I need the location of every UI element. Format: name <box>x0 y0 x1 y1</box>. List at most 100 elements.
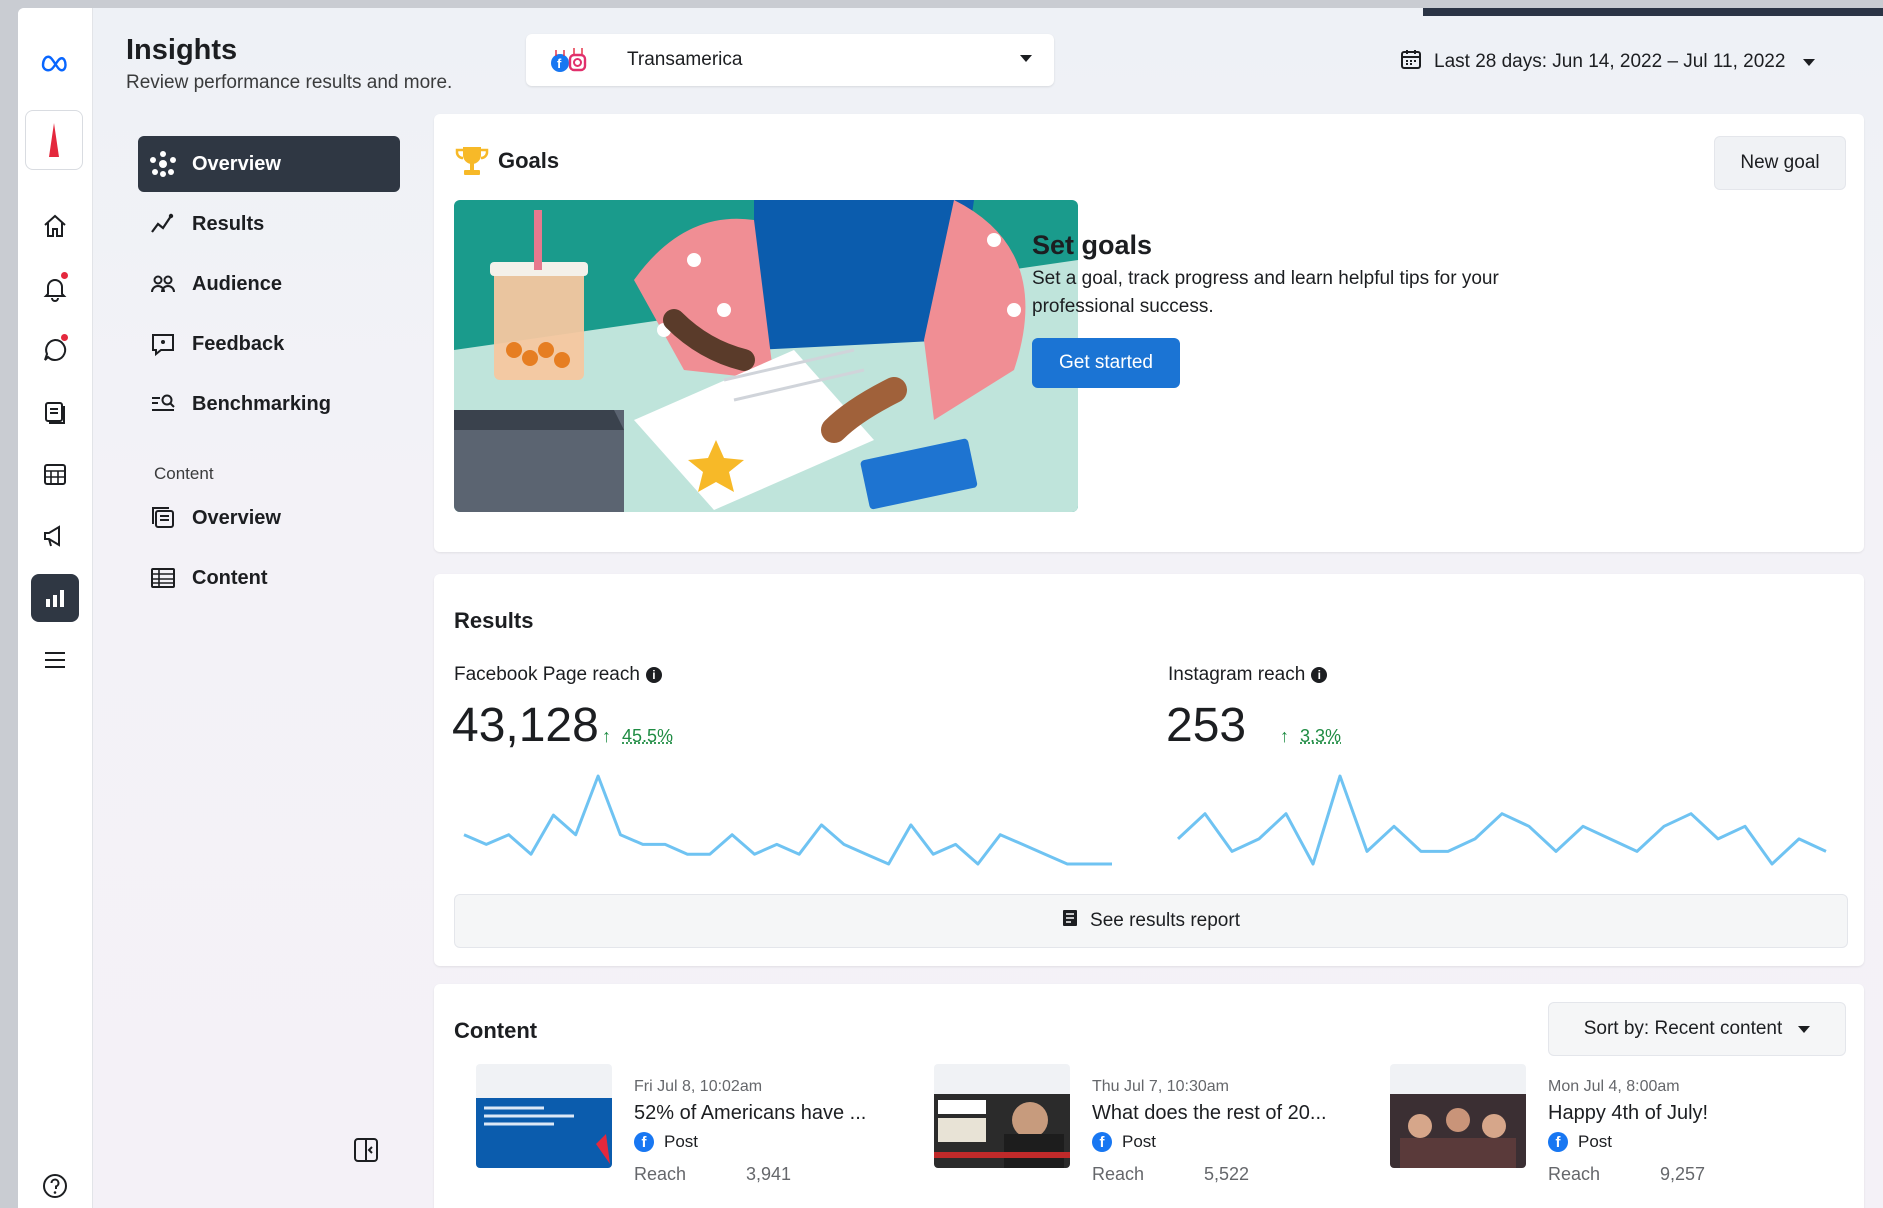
post-title: Happy 4th of July! <box>1548 1102 1709 1124</box>
facebook-reach-delta[interactable]: 45.5% <box>622 726 673 747</box>
meta-logo-icon[interactable] <box>31 38 79 86</box>
nav-item-label: Results <box>192 212 265 235</box>
nav-item-benchmarking[interactable]: Benchmarking <box>138 376 400 432</box>
menu-icon[interactable] <box>31 636 79 684</box>
chevron-down-icon <box>1020 55 1032 62</box>
post-title: 52% of Americans have ... <box>634 1102 867 1124</box>
facebook-reach-value: 43,128 <box>452 699 599 752</box>
nav-section-heading: Content <box>154 464 214 483</box>
chevron-down-icon <box>1798 1025 1811 1033</box>
see-results-report-button[interactable]: See results report <box>454 894 1848 948</box>
post-date: Mon Jul 4, 8:00am <box>1548 1078 1680 1095</box>
post-thumbnail <box>934 1064 1070 1168</box>
nav-item-label: Content <box>192 566 268 589</box>
content-table-icon <box>148 563 178 593</box>
nav-item-results[interactable]: Results <box>138 196 400 252</box>
goals-card: Goals New goal Set goals Set a goal, tra… <box>434 114 1864 552</box>
results-icon <box>148 209 178 239</box>
post-reach-label: Reach <box>1548 1164 1601 1184</box>
nav-item-overview[interactable]: Overview <box>138 136 400 192</box>
insights-bar-chart-icon[interactable] <box>31 574 79 622</box>
help-icon[interactable] <box>31 1162 79 1208</box>
messages-icon[interactable] <box>31 326 79 374</box>
overview-icon <box>148 149 178 179</box>
goals-illustration <box>454 200 1078 512</box>
report-icon <box>1062 909 1078 933</box>
notifications-icon[interactable] <box>31 264 79 312</box>
page-subtitle: Review performance results and more. <box>126 72 453 93</box>
collapse-sidebar-icon[interactable] <box>352 1136 380 1164</box>
nav-item-label: Feedback <box>192 332 285 355</box>
nav-item-label: Benchmarking <box>192 392 331 415</box>
svg-text:f: f <box>557 56 562 71</box>
nav-item-content-overview[interactable]: Overview <box>138 490 400 546</box>
content-title: Content <box>454 1018 538 1043</box>
date-range-label: Last 28 days: Jun 14, 2022 – Jul 11, 202… <box>1434 51 1786 72</box>
post-type: f Post <box>1548 1132 1612 1152</box>
results-title: Results <box>454 608 534 633</box>
page-title: Insights <box>126 34 238 66</box>
post-type: f Post <box>1092 1132 1156 1152</box>
account-selector[interactable]: f Transamerica <box>526 34 1054 86</box>
sparkline-series <box>463 774 1112 866</box>
facebook-reach-sparkline <box>463 774 1112 866</box>
insights-window: Insights Review performance results and … <box>18 8 1883 1208</box>
ads-megaphone-icon[interactable] <box>31 512 79 560</box>
benchmarking-icon <box>148 389 178 419</box>
posts-icon[interactable] <box>31 388 79 436</box>
post-type-label: Post <box>664 1132 699 1151</box>
instagram-reach-label: Instagram reach i <box>1168 664 1328 686</box>
set-goals-description: Set a goal, track progress and learn hel… <box>1032 268 1499 289</box>
post-reach-value: 3,941 <box>746 1164 792 1184</box>
post-reach-label: Reach <box>634 1164 687 1184</box>
nav-item-content[interactable]: Content <box>138 550 400 606</box>
home-icon[interactable] <box>31 202 79 250</box>
trophy-icon <box>454 144 490 183</box>
post-date: Fri Jul 8, 10:02am <box>634 1078 763 1095</box>
content-card: Content Sort by: Recent content Fri Jul … <box>434 984 1864 1208</box>
set-goals-heading: Set goals <box>1032 230 1153 260</box>
arrow-up-icon: ↑ <box>1280 726 1289 746</box>
nav-item-label: Overview <box>192 152 281 175</box>
facebook-reach-label: Facebook Page reach i <box>454 664 662 686</box>
new-goal-button[interactable]: New goal <box>1714 136 1846 190</box>
post-type: f Post <box>634 1132 698 1152</box>
goals-title: Goals <box>498 148 560 173</box>
facebook-icon: f <box>634 1132 654 1152</box>
post-reach-value: 5,522 <box>1204 1164 1250 1184</box>
date-range-selector[interactable]: Last 28 days: Jun 14, 2022 – Jul 11, 202… <box>1400 48 1816 76</box>
info-icon[interactable]: i <box>645 667 662 683</box>
content-overview-icon <box>148 503 178 533</box>
post-date: Thu Jul 7, 10:30am <box>1092 1078 1229 1095</box>
left-rail <box>18 8 93 1208</box>
nav-item-label: Audience <box>192 272 283 295</box>
post-reach-label: Reach <box>1092 1164 1145 1184</box>
instagram-reach-delta[interactable]: 3.3% <box>1300 726 1341 747</box>
nav-item-audience[interactable]: Audience <box>138 256 400 312</box>
account-name: Transamerica <box>627 49 743 70</box>
audience-icon <box>148 269 178 299</box>
arrow-up-icon: ↑ <box>602 726 611 746</box>
post-reach-value: 9,257 <box>1660 1164 1706 1184</box>
brand-logo[interactable] <box>25 110 83 170</box>
post-thumbnail <box>476 1064 612 1168</box>
info-icon[interactable]: i <box>1311 667 1328 683</box>
content-post[interactable]: Thu Jul 7, 10:30am What does the rest of… <box>934 1064 1354 1204</box>
facebook-icon: f <box>1548 1132 1568 1152</box>
post-title: What does the rest of 20... <box>1092 1102 1327 1124</box>
chevron-down-icon <box>1803 58 1816 66</box>
content-post[interactable]: Fri Jul 8, 10:02am 52% of Americans have… <box>476 1064 896 1204</box>
sparkline-series <box>1176 774 1827 866</box>
results-card: Results Facebook Page reach i 43,128 ↑ 4… <box>434 574 1864 966</box>
calendar-icon <box>1400 48 1422 76</box>
post-thumbnail <box>1390 1064 1526 1168</box>
facebook-reach-label-text: Facebook Page reach <box>454 664 640 685</box>
get-started-button[interactable]: Get started <box>1032 338 1180 388</box>
post-type-label: Post <box>1122 1132 1157 1151</box>
nav-item-feedback[interactable]: Feedback <box>138 316 400 372</box>
content-post[interactable]: Mon Jul 4, 8:00am Happy 4th of July! f Po… <box>1390 1064 1810 1204</box>
window-corner <box>1423 8 1883 16</box>
sort-label: Sort by: Recent content <box>1583 1018 1783 1039</box>
sort-dropdown[interactable]: Sort by: Recent content <box>1548 1002 1846 1056</box>
planner-icon[interactable] <box>31 450 79 498</box>
